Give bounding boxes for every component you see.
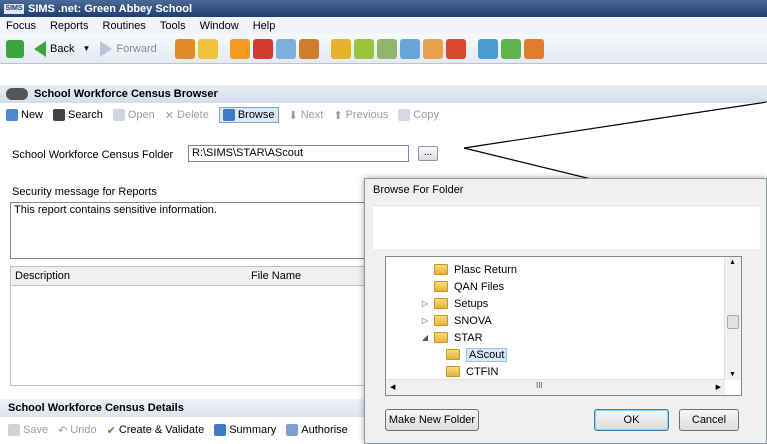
- vertical-scroll-thumb[interactable]: [727, 315, 739, 329]
- folder-tree[interactable]: Plasc Return QAN Files ▷ Setups ▷ SNOVA …: [385, 256, 742, 396]
- make-new-folder-button[interactable]: Make New Folder: [385, 409, 479, 431]
- tree-item-ascout[interactable]: AScout: [446, 346, 508, 363]
- collapse-icon[interactable]: ◢: [420, 333, 430, 342]
- scroll-right-icon[interactable]: ▶: [716, 383, 721, 391]
- cancel-button[interactable]: Cancel: [679, 409, 739, 431]
- folder-icon: [434, 315, 448, 326]
- folder-icon: [446, 349, 460, 360]
- tree-item-qan-files[interactable]: QAN Files: [434, 278, 504, 295]
- tree-item-plasc-return[interactable]: Plasc Return: [434, 261, 517, 278]
- tree-horizontal-scrollbar[interactable]: ◀ III ▶: [386, 379, 725, 395]
- tree-item-star[interactable]: ◢ STAR: [420, 329, 483, 346]
- browse-for-folder-dialog: Browse For Folder Plasc Return QAN Files…: [364, 178, 767, 444]
- scroll-up-icon[interactable]: ▲: [729, 259, 736, 266]
- tree-item-setups[interactable]: ▷ Setups: [420, 295, 488, 312]
- scroll-down-icon[interactable]: ▼: [729, 371, 736, 378]
- tree-vertical-scrollbar[interactable]: ▲ ▼: [724, 257, 741, 380]
- ok-button[interactable]: OK: [594, 409, 669, 431]
- dialog-title: Browse For Folder: [373, 184, 464, 196]
- expand-icon[interactable]: ▷: [420, 299, 430, 308]
- folder-icon: [446, 366, 460, 377]
- horizontal-scroll-grip[interactable]: III: [536, 381, 543, 390]
- expand-icon[interactable]: ▷: [420, 316, 430, 325]
- folder-icon: [434, 298, 448, 309]
- folder-icon: [434, 281, 448, 292]
- folder-icon: [434, 264, 448, 275]
- scroll-left-icon[interactable]: ◀: [390, 383, 395, 391]
- tree-item-ctfin[interactable]: CTFIN: [446, 363, 498, 380]
- dialog-description-area: [373, 205, 760, 249]
- folder-icon: [434, 332, 448, 343]
- tree-item-snova[interactable]: ▷ SNOVA: [420, 312, 492, 329]
